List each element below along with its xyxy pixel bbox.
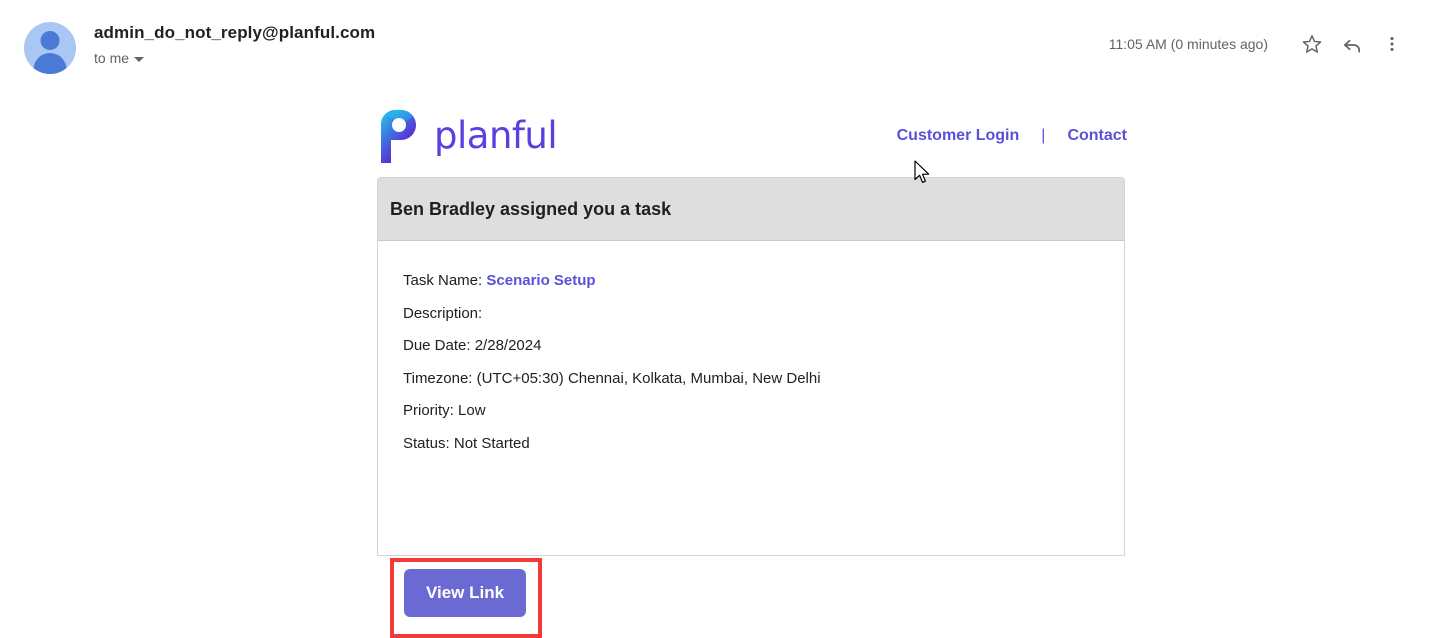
timezone-value: (UTC+05:30) Chennai, Kolkata, Mumbai, Ne… xyxy=(476,369,821,387)
timezone-row: Timezone: (UTC+05:30) Chennai, Kolkata, … xyxy=(403,363,1124,396)
priority-value: Low xyxy=(458,402,486,419)
planful-wordmark: planful xyxy=(434,113,558,157)
email-header-actions: 11:05 AM (0 minutes ago) xyxy=(1109,24,1412,64)
customer-login-link[interactable]: Customer Login xyxy=(897,127,1020,145)
task-card: Ben Bradley assigned you a task Task Nam… xyxy=(377,177,1125,556)
timezone-label: Timezone: xyxy=(403,369,473,387)
email-body: planful Customer Login | Contact Ben Bra… xyxy=(0,90,1430,638)
planful-logo-mark xyxy=(381,109,416,163)
brand-header: planful Customer Login | Contact xyxy=(377,98,1127,170)
status-value: Not Started xyxy=(453,434,530,452)
sender-block: admin_do_not_reply@planful.com to me xyxy=(94,22,375,67)
avatar-body xyxy=(33,53,67,74)
priority-row: Priority: Low xyxy=(403,395,1124,428)
due-date-row: Due Date: 2/28/2024 xyxy=(403,330,1124,363)
description-row: Description: xyxy=(403,298,1124,331)
view-link-button[interactable]: View Link xyxy=(404,569,526,617)
avatar-head xyxy=(40,31,60,50)
recipient-dropdown[interactable]: to me xyxy=(94,49,375,67)
recipient-label: to me xyxy=(94,50,130,66)
planful-logo: planful xyxy=(377,106,558,164)
task-name-row: Task Name: Scenario Setup xyxy=(403,265,1124,298)
star-icon[interactable] xyxy=(1292,24,1332,64)
contact-link[interactable]: Contact xyxy=(1067,127,1127,145)
avatar xyxy=(24,22,76,74)
priority-label: Priority: xyxy=(403,402,454,419)
description-label: Description: xyxy=(403,304,483,322)
chevron-down-icon xyxy=(134,56,145,62)
status-label: Status: xyxy=(403,434,450,452)
task-name-value[interactable]: Scenario Setup xyxy=(486,272,595,289)
task-card-body: Task Name: Scenario Setup Description: D… xyxy=(378,241,1124,555)
email-header: admin_do_not_reply@planful.com to me 11:… xyxy=(0,0,1430,90)
status-row: Status: Not Started xyxy=(403,428,1124,461)
more-options-icon[interactable] xyxy=(1372,24,1412,64)
task-card-header: Ben Bradley assigned you a task xyxy=(378,178,1124,241)
task-card-title: Ben Bradley assigned you a task xyxy=(390,198,672,219)
reply-icon[interactable] xyxy=(1332,24,1372,64)
email-timestamp: 11:05 AM (0 minutes ago) xyxy=(1108,36,1268,52)
task-name-label: Task Name: xyxy=(403,272,483,289)
due-date-label: Due Date: xyxy=(403,337,471,354)
brand-links: Customer Login | Contact xyxy=(897,127,1127,145)
link-separator: | xyxy=(1041,127,1046,144)
sender-email: admin_do_not_reply@planful.com xyxy=(94,23,376,42)
due-date-value: 2/28/2024 xyxy=(474,337,542,354)
